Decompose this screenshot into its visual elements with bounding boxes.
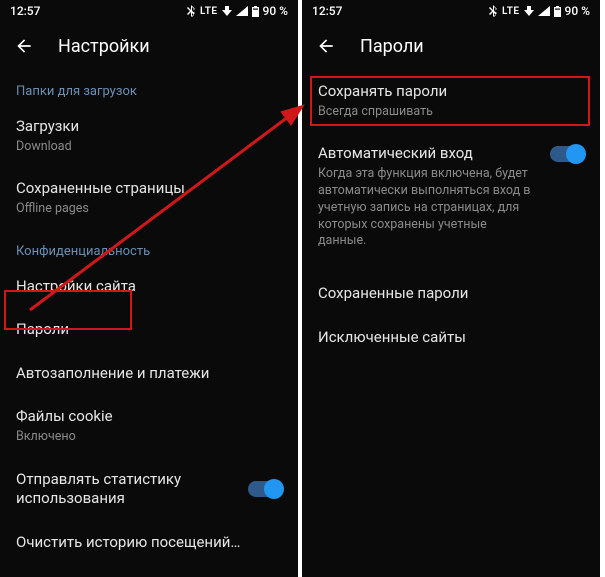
- section-header-downloads: Папки для загрузок: [0, 70, 298, 105]
- item-sub: Всегда спрашивать: [318, 104, 584, 121]
- item-title: Очистить историю посещений…: [16, 533, 282, 553]
- item-title: Файлы cookie: [16, 407, 282, 427]
- item-cookies[interactable]: Файлы cookie Включено: [0, 395, 298, 457]
- signal-down-icon: [222, 6, 232, 16]
- section-header-privacy: Конфиденциальность: [0, 230, 298, 265]
- battery-percent: 90 %: [565, 4, 590, 18]
- item-title: Отправлять статистику использования: [16, 470, 234, 509]
- header: Настройки: [0, 22, 298, 70]
- item-sub: Download: [16, 139, 282, 156]
- item-title: Пароли: [16, 320, 282, 340]
- bluetooth-icon: [187, 5, 196, 17]
- phone-right: 12:57 LTE 90 % Пароли Сохранять пароли В…: [300, 0, 600, 577]
- status-time: 12:57: [10, 4, 40, 18]
- page-title: Пароли: [360, 36, 424, 57]
- signal-icon: [236, 6, 248, 16]
- arrow-left-icon: [316, 36, 336, 56]
- item-downloads[interactable]: Загрузки Download: [0, 105, 298, 167]
- item-site-settings[interactable]: Настройки сайта: [0, 265, 298, 309]
- status-right: LTE 90 %: [489, 4, 590, 18]
- item-saved-passwords[interactable]: Сохраненные пароли: [302, 272, 600, 316]
- item-send-stats[interactable]: Отправлять статистику использования: [0, 458, 298, 521]
- item-title: Исключенные сайты: [318, 328, 584, 348]
- item-saved-pages[interactable]: Сохраненные страницы Offline pages: [0, 167, 298, 229]
- signal-icon: [538, 6, 550, 16]
- item-clear-history[interactable]: Очистить историю посещений…: [0, 521, 298, 565]
- item-sub: Когда эта функция включена, будет автома…: [318, 166, 536, 250]
- item-title: Загрузки: [16, 117, 282, 137]
- toggle-switch[interactable]: [550, 146, 584, 162]
- item-excluded-sites[interactable]: Исключенные сайты: [302, 316, 600, 360]
- toggle-switch[interactable]: [248, 481, 282, 497]
- status-time: 12:57: [312, 4, 342, 18]
- bluetooth-icon: [489, 5, 498, 17]
- item-passwords[interactable]: Пароли: [0, 308, 298, 352]
- status-right: LTE 90 %: [187, 4, 288, 18]
- lte-icon: LTE: [502, 6, 520, 17]
- battery-percent: 90 %: [263, 4, 288, 18]
- item-title: Сохраненные страницы: [16, 179, 282, 199]
- item-save-passwords[interactable]: Сохранять пароли Всегда спрашивать: [302, 70, 600, 132]
- status-bar: 12:57 LTE 90 %: [0, 0, 298, 22]
- phone-left: 12:57 LTE 90 % Настройки Папки для загру…: [0, 0, 300, 577]
- item-sub: Offline pages: [16, 201, 282, 218]
- item-title: Автозаполнение и платежи: [16, 364, 282, 384]
- item-auto-signin[interactable]: Автоматический вход Когда эта функция вк…: [302, 132, 600, 262]
- item-title: Сохраненные пароли: [318, 284, 584, 304]
- page-title: Настройки: [58, 36, 150, 57]
- item-title: Настройки сайта: [16, 277, 282, 297]
- battery-icon: [252, 6, 259, 17]
- item-sub: Включено: [16, 429, 282, 446]
- back-button[interactable]: [316, 36, 336, 56]
- arrow-left-icon: [14, 36, 34, 56]
- status-bar: 12:57 LTE 90 %: [302, 0, 600, 22]
- item-autofill[interactable]: Автозаполнение и платежи: [0, 352, 298, 396]
- battery-icon: [554, 6, 561, 17]
- item-title: Автоматический вход: [318, 144, 536, 164]
- back-button[interactable]: [14, 36, 34, 56]
- item-title: Сохранять пароли: [318, 82, 584, 102]
- lte-icon: LTE: [200, 6, 218, 17]
- signal-down-icon: [524, 6, 534, 16]
- header: Пароли: [302, 22, 600, 70]
- section-header-help: Справка: [0, 564, 298, 577]
